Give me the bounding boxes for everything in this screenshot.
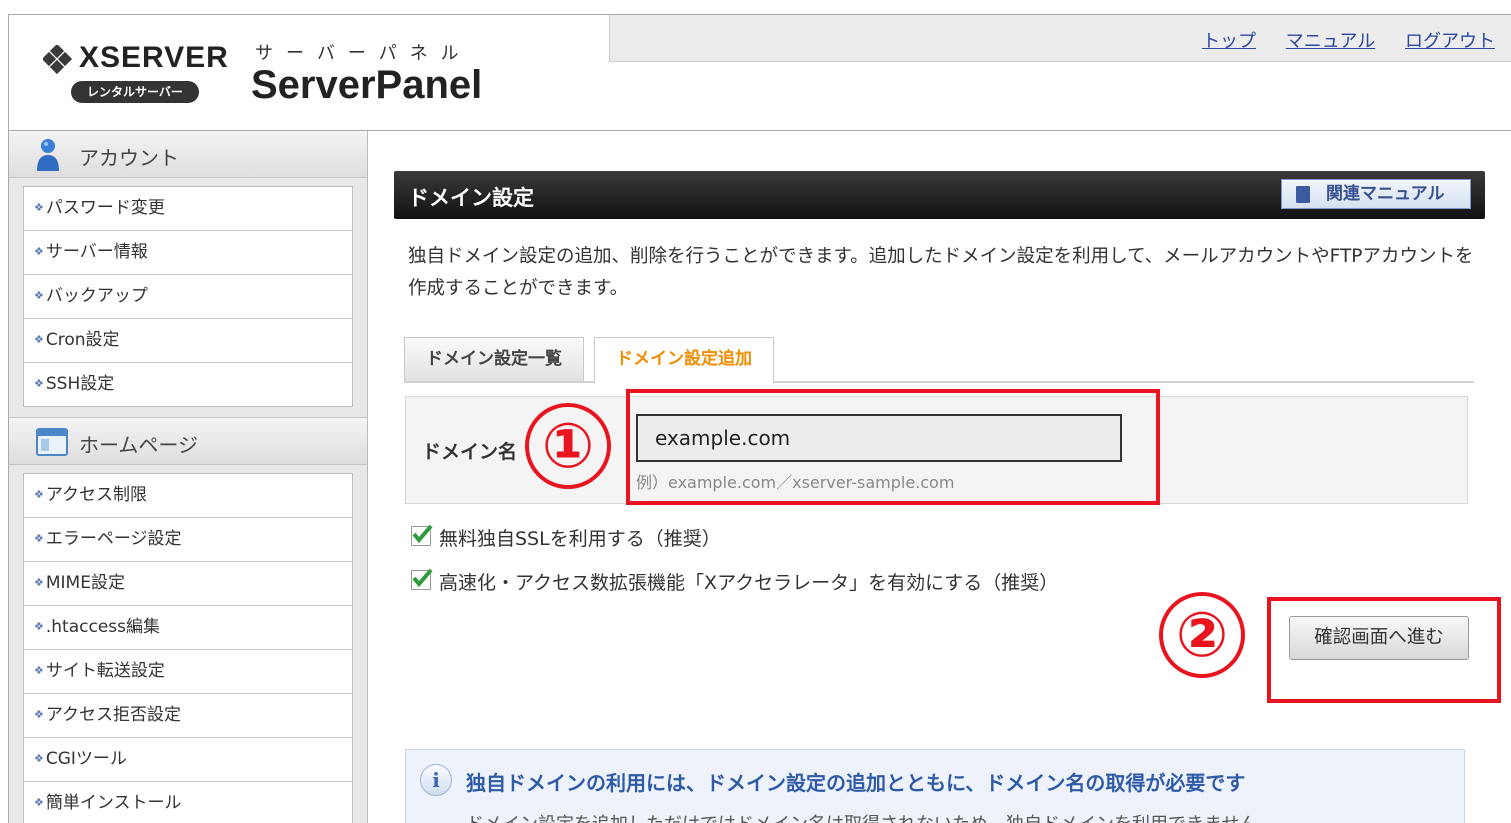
panel-name: ServerPanel xyxy=(251,63,483,107)
sidebar-item-label: MIME設定 xyxy=(45,573,125,593)
arrow-icon: ❖ xyxy=(34,201,44,214)
sidebar-item-site-transfer[interactable]: ❖ サイト転送設定 xyxy=(24,650,352,694)
sidebar-item-label: アクセス制限 xyxy=(45,485,148,505)
top-link-manual[interactable]: マニュアル xyxy=(1286,31,1375,52)
info-icon: i xyxy=(420,764,452,796)
sidebar-section-account: アカウント xyxy=(9,131,367,178)
sidebar-item-htaccess[interactable]: ❖ .htaccess編集 xyxy=(24,606,352,650)
brand-sub: レンタルサーバー xyxy=(71,81,199,103)
annotation-number-1: ① xyxy=(525,403,611,489)
sidebar-item-cgi[interactable]: ❖ CGIツール xyxy=(24,738,352,782)
sidebar-item-password[interactable]: ❖ パスワード変更 xyxy=(24,187,352,231)
header: XSERVER レンタルサーバー サーバーパネル ServerPanel トップ… xyxy=(9,15,1511,131)
logo-area: XSERVER レンタルサーバー サーバーパネル ServerPanel xyxy=(9,15,609,130)
sidebar-menu-account: ❖ パスワード変更 ❖ サーバー情報 ❖ バックアップ ❖ Cron設定 ❖ SSH設定 xyxy=(23,186,353,407)
info-box: i 独自ドメインの利用には、ドメイン設定の追加とともに、ドメイン名の取得が必要で… xyxy=(405,749,1465,823)
sidebar-item-label: サーバー情報 xyxy=(45,242,148,262)
book-icon xyxy=(1296,186,1310,203)
sidebar-item-label: パスワード変更 xyxy=(45,198,165,218)
sidebar-item-label: .htaccess編集 xyxy=(45,617,161,637)
arrow-icon: ❖ xyxy=(34,576,44,589)
sidebar-item-label: Cron設定 xyxy=(45,330,120,350)
ssl-checkbox-label: 無料独自SSLを利用する（推奨） xyxy=(439,528,721,550)
top-nav-bar: トップ マニュアル ログアウト xyxy=(609,15,1511,62)
checkmark-icon xyxy=(412,524,433,544)
info-heading: 独自ドメインの利用には、ドメイン設定の追加とともに、ドメイン名の取得が必要です xyxy=(466,771,1246,795)
arrow-icon: ❖ xyxy=(34,708,44,721)
arrow-icon: ❖ xyxy=(34,377,44,390)
sidebar-item-label: サイト転送設定 xyxy=(45,661,165,681)
ssl-checkbox-row[interactable]: 無料独自SSLを利用する（推奨） xyxy=(411,524,721,551)
arrow-icon: ❖ xyxy=(34,620,44,633)
sidebar-item-access-deny[interactable]: ❖ アクセス拒否設定 xyxy=(24,694,352,738)
top-link-logout[interactable]: ログアウト xyxy=(1405,31,1495,52)
arrow-icon: ❖ xyxy=(34,333,44,346)
sidebar-section-homepage: ホームページ xyxy=(9,417,367,465)
xserver-logo-icon xyxy=(43,45,73,75)
checkmark-icon xyxy=(412,568,433,588)
sidebar-item-mime[interactable]: ❖ MIME設定 xyxy=(24,562,352,606)
related-manual-button[interactable]: 関連マニュアル xyxy=(1281,179,1471,209)
arrow-icon: ❖ xyxy=(34,532,44,545)
arrow-icon: ❖ xyxy=(34,488,44,501)
info-body: ドメイン設定を追加しただけではドメイン名は取得されないため、独自ドメインを利用で… xyxy=(466,810,1257,823)
tab-domain-list[interactable]: ドメイン設定一覧 xyxy=(404,337,584,381)
sidebar-item-error-page[interactable]: ❖ エラーページ設定 xyxy=(24,518,352,562)
page-title-bar: ドメイン設定 関連マニュアル xyxy=(394,171,1485,219)
browser-frame: XSERVER レンタルサーバー サーバーパネル ServerPanel トップ… xyxy=(8,14,1511,823)
accelerator-checkbox[interactable] xyxy=(411,568,433,590)
sidebar-item-ssh[interactable]: ❖ SSH設定 xyxy=(24,363,352,406)
top-links: トップ マニュアル ログアウト xyxy=(1178,27,1495,53)
sidebar-item-server-info[interactable]: ❖ サーバー情報 xyxy=(24,231,352,275)
sidebar-item-label: アクセス拒否設定 xyxy=(45,705,182,725)
annotation-number-2: ② xyxy=(1159,592,1245,678)
tab-domain-add[interactable]: ドメイン設定追加 xyxy=(594,337,774,383)
related-manual-label: 関連マニュアル xyxy=(1326,184,1445,204)
annotation-box-2 xyxy=(1267,597,1501,703)
sidebar-section-title: ホームページ xyxy=(79,433,198,457)
arrow-icon: ❖ xyxy=(34,245,44,258)
brand-name: XSERVER xyxy=(79,41,229,74)
sidebar-item-label: バックアップ xyxy=(45,286,148,306)
annotation-box-1 xyxy=(626,389,1160,505)
ssl-checkbox[interactable] xyxy=(411,524,433,546)
user-icon xyxy=(37,139,59,171)
top-link-home[interactable]: トップ xyxy=(1202,31,1256,52)
arrow-icon: ❖ xyxy=(34,752,44,765)
accelerator-checkbox-row[interactable]: 高速化・アクセス数拡張機能「Xアクセラレータ」を有効にする（推奨） xyxy=(411,568,1058,595)
main-content: ドメイン設定 関連マニュアル 独自ドメイン設定の追加、削除を行うことができます。… xyxy=(368,131,1511,823)
page-description: 独自ドメイン設定の追加、削除を行うことができます。追加したドメイン設定を利用して… xyxy=(408,246,1474,299)
sidebar-item-label: SSH設定 xyxy=(45,374,115,394)
sidebar-menu-homepage: ❖ アクセス制限 ❖ エラーページ設定 ❖ MIME設定 ❖ .htaccess編集 ❖… xyxy=(23,473,353,823)
arrow-icon: ❖ xyxy=(34,796,44,809)
sidebar-item-cron[interactable]: ❖ Cron設定 xyxy=(24,319,352,363)
sidebar: アカウント ❖ パスワード変更 ❖ サーバー情報 ❖ バックアップ ❖ Cron設定 ❖… xyxy=(9,131,368,823)
sidebar-item-label: 簡単インストール xyxy=(45,793,182,813)
sidebar-item-access-limit[interactable]: ❖ アクセス制限 xyxy=(24,474,352,518)
sidebar-section-title: アカウント xyxy=(79,146,179,170)
sidebar-item-label: エラーページ設定 xyxy=(45,529,182,549)
arrow-icon: ❖ xyxy=(34,664,44,677)
sidebar-item-label: CGIツール xyxy=(45,749,127,769)
window-icon xyxy=(36,428,68,456)
sidebar-item-backup[interactable]: ❖ バックアップ xyxy=(24,275,352,319)
sidebar-item-easy-install[interactable]: ❖ 簡単インストール xyxy=(24,782,352,823)
tab-bar: ドメイン設定一覧 ドメイン設定追加 xyxy=(404,337,1474,383)
page-title: ドメイン設定 xyxy=(408,186,534,210)
arrow-icon: ❖ xyxy=(34,289,44,302)
accelerator-checkbox-label: 高速化・アクセス数拡張機能「Xアクセラレータ」を有効にする（推奨） xyxy=(439,572,1059,594)
domain-name-label: ドメイン名 xyxy=(422,441,518,463)
panel-kana: サーバーパネル xyxy=(255,43,472,64)
